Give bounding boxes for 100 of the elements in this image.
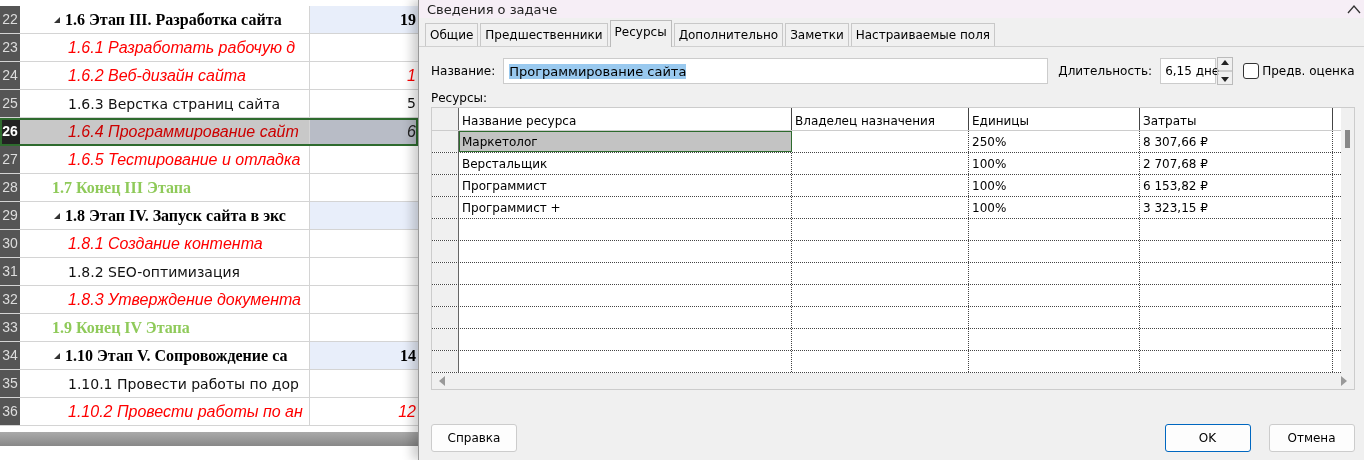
row-number: 22	[0, 6, 20, 33]
task-name: 1.10.2 Провести работы по ан	[68, 402, 303, 421]
checkbox[interactable]	[1243, 63, 1260, 79]
task-name: 1.6 Этап III. Разработка сайта	[65, 10, 282, 29]
task-row[interactable]: 31 1.8.2 SEO-оптимизация	[0, 258, 418, 286]
row-number: 23	[0, 34, 20, 61]
row-number: 35	[0, 370, 20, 397]
row-number: 33	[0, 314, 20, 341]
table-cell: 8 307,66 ₽	[1140, 131, 1333, 152]
task-name: 1.6.5 Тестирование и отладка	[68, 150, 301, 169]
resources-label: Ресурсы:	[431, 91, 489, 107]
task-row[interactable]: 34 1.10 Этап V. Сопровождение са 14	[0, 342, 418, 370]
row-header[interactable]	[432, 307, 459, 328]
task-name: 1.8 Этап IV. Запуск сайта в экс	[65, 206, 286, 225]
task-row[interactable]: 29 1.8 Этап IV. Запуск сайта в экс	[0, 202, 418, 230]
table-cell: 6 153,82 ₽	[1140, 175, 1333, 196]
task-row[interactable]: 22 1.6 Этап III. Разработка сайта 19	[0, 6, 418, 34]
tab[interactable]: Заметки	[785, 23, 849, 46]
task-row[interactable]: 24 1.6.2 Веб-дизайн сайта 1	[0, 62, 418, 90]
table-cell: Программист	[459, 175, 792, 196]
row-header[interactable]	[432, 329, 459, 350]
checkbox-label: Предв. оценка	[1262, 64, 1355, 78]
task-name: 1.6.1 Разработать рабочую д	[68, 38, 296, 57]
row-number: 26	[0, 118, 20, 145]
table-cell: 3 323,15 ₽	[1140, 197, 1333, 218]
table-cell: 100%	[969, 153, 1140, 174]
empty-row[interactable]	[432, 219, 1341, 241]
scrollbar[interactable]	[1340, 108, 1354, 373]
collapse-icon[interactable]	[54, 212, 60, 219]
task-name: 1.8.1 Создание контента	[68, 234, 263, 253]
table-cell: 250%	[969, 131, 1140, 152]
duration-value: 12	[398, 403, 416, 420]
spin-buttons[interactable]	[1217, 57, 1234, 85]
tab[interactable]: Предшественники	[480, 23, 608, 46]
column-header[interactable]: Затраты	[1140, 108, 1333, 130]
row-header[interactable]	[432, 219, 459, 240]
row-number: 25	[0, 90, 20, 117]
row-number: 32	[0, 286, 20, 313]
row-header[interactable]	[432, 153, 459, 174]
task-name: 1.6.4 Программирование сайт	[68, 122, 299, 141]
task-name: 1.9 Конец IV Этапа	[52, 318, 190, 337]
task-row[interactable]: 32 1.8.3 Утверждение документа	[0, 286, 418, 314]
row-header[interactable]	[432, 197, 459, 218]
table-cell: Программист +	[459, 197, 792, 218]
tab[interactable]: Дополнительно	[673, 23, 784, 46]
task-row[interactable]: 30 1.8.1 Создание контента	[0, 230, 418, 258]
name-label: Название:	[431, 64, 496, 78]
row-number: 28	[0, 174, 20, 201]
table-cell: Маркетолог	[459, 131, 792, 152]
close-icon[interactable]	[1346, 4, 1361, 14]
row-number: 24	[0, 62, 20, 89]
table-cell: 100%	[969, 197, 1140, 218]
empty-row[interactable]	[432, 329, 1341, 351]
row-header[interactable]	[432, 351, 459, 372]
duration-value: 6	[407, 123, 416, 140]
collapse-icon[interactable]	[54, 352, 60, 359]
help-button[interactable]: Справка	[431, 424, 517, 452]
cancel-button[interactable]: Отмена	[1268, 424, 1355, 452]
row-number: 30	[0, 230, 20, 257]
row-header[interactable]	[432, 285, 459, 306]
task-name: 1.10 Этап V. Сопровождение са	[65, 346, 288, 365]
scrollbar[interactable]	[0, 432, 418, 446]
table-cell: 2 707,68 ₽	[1140, 153, 1333, 174]
row-header[interactable]	[432, 263, 459, 284]
collapse-icon[interactable]	[54, 16, 60, 23]
tab[interactable]: Настраиваемые поля	[850, 23, 996, 46]
empty-row[interactable]	[432, 307, 1341, 329]
task-name: 1.7 Конец III Этапа	[52, 178, 191, 197]
table-cell: Верстальщик	[459, 153, 792, 174]
ok-button[interactable]: OK	[1164, 424, 1251, 452]
task-name: 1.8.3 Утверждение документа	[68, 290, 301, 309]
task-name: 1.6.2 Веб-дизайн сайта	[68, 66, 246, 85]
name-field[interactable]: Программирование сайта	[503, 58, 1049, 84]
task-name: 1.8.2 SEO-оптимизация	[68, 263, 240, 280]
duration-value: 1	[407, 67, 416, 84]
row-number: 34	[0, 342, 20, 369]
task-name: 1.10.1 Провести работы по дор	[68, 375, 299, 392]
row-header[interactable]	[432, 108, 459, 130]
table-cell: 19	[310, 6, 418, 33]
table-cell: 100%	[969, 175, 1140, 196]
task-row[interactable]: 36 1.10.2 Провести работы по ан 12	[0, 398, 418, 426]
task-row[interactable]: 35 1.10.1 Провести работы по дор	[0, 370, 418, 398]
name-value: Программирование сайта	[509, 63, 687, 79]
table-cell: 14	[310, 342, 418, 369]
row-header[interactable]	[432, 241, 459, 262]
row-header[interactable]	[432, 131, 459, 152]
row-number: 29	[0, 202, 20, 229]
task-row[interactable]: 23 1.6.1 Разработать рабочую д	[0, 34, 418, 62]
empty-row[interactable]	[432, 263, 1341, 285]
tab[interactable]: Общие	[425, 23, 479, 46]
task-row[interactable]: 27 1.6.5 Тестирование и отладка	[0, 146, 418, 174]
duration-value: 5	[407, 95, 416, 111]
task-row[interactable]: 25 1.6.3 Верстка страниц сайта 5	[0, 90, 418, 118]
empty-row[interactable]	[432, 241, 1341, 263]
row-number: 36	[0, 398, 20, 425]
duration-label: Длительность:	[1058, 64, 1153, 78]
window-title: Сведения о задаче	[427, 1, 558, 17]
row-header[interactable]	[432, 175, 459, 196]
tab[interactable]: Ресурсы	[609, 20, 672, 47]
empty-row[interactable]	[432, 285, 1341, 307]
